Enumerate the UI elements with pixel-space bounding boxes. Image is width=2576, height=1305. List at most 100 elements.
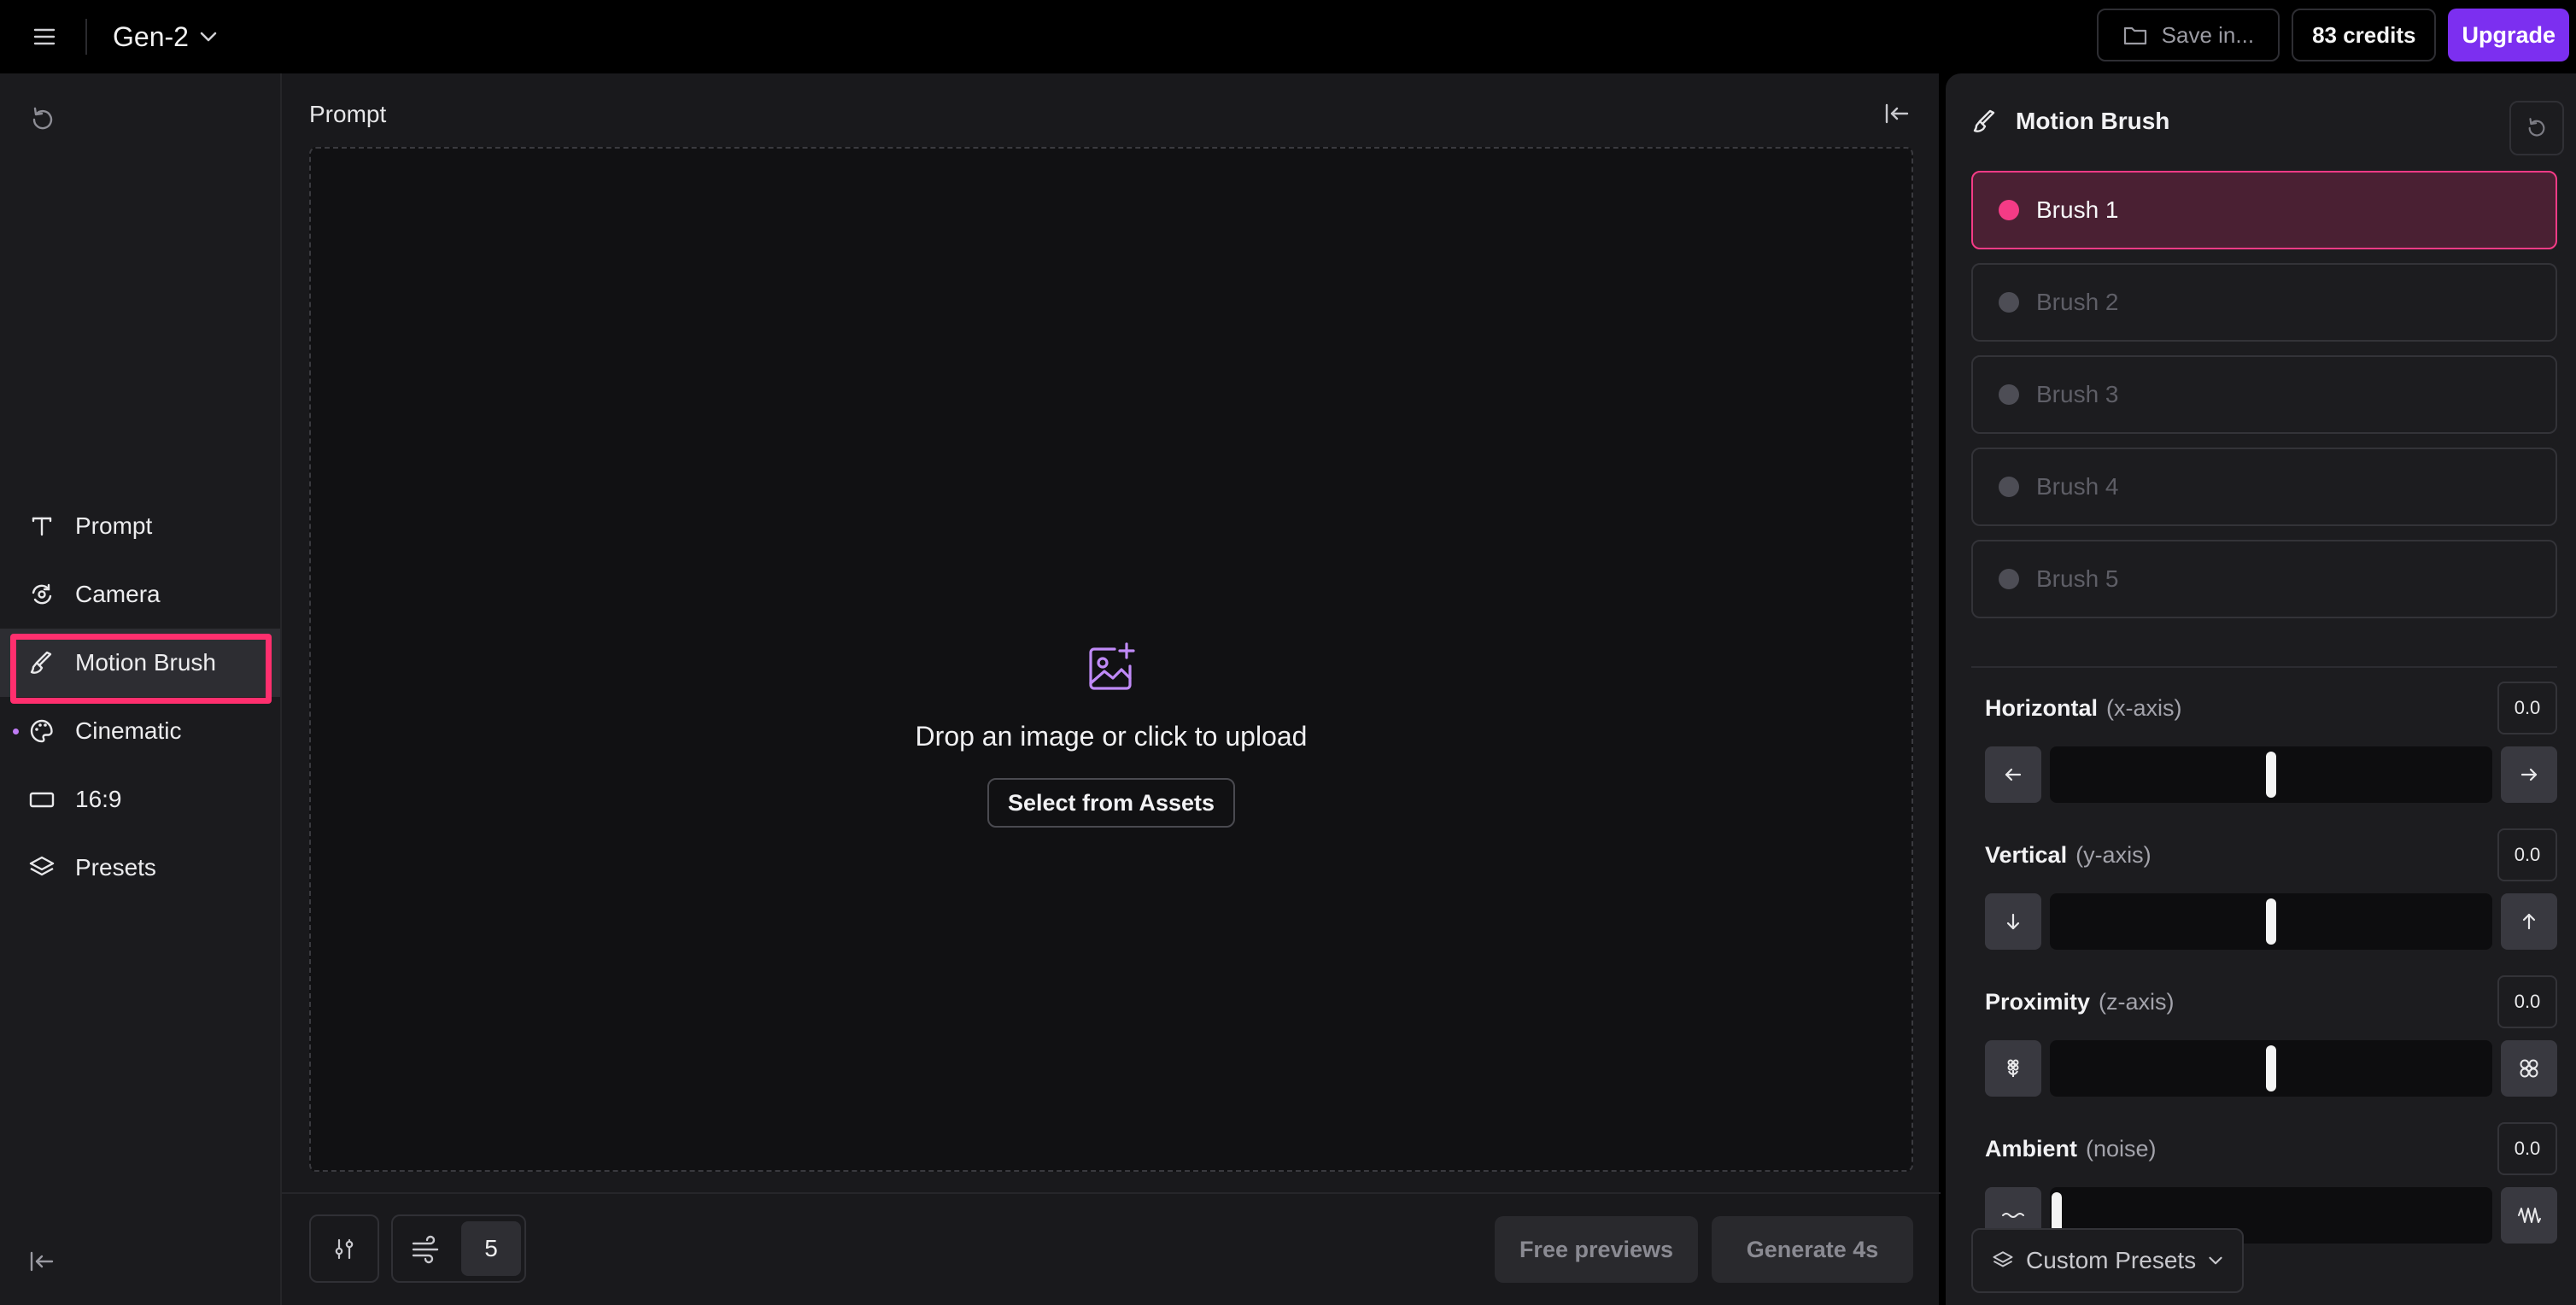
upgrade-button[interactable]: Upgrade xyxy=(2448,9,2569,61)
brush-color-dot xyxy=(1999,292,2019,313)
top-bar: Gen-2 Save in... 83 credits Upgrade xyxy=(0,0,2576,73)
sidebar-item-label: Cinematic xyxy=(75,717,182,744)
axis-name: Vertical xyxy=(1985,841,2068,868)
model-selector[interactable]: Gen-2 xyxy=(113,17,218,56)
vertical-value-input[interactable]: 0.0 xyxy=(2497,828,2557,881)
sidebar-item-aspect-ratio[interactable]: 16:9 xyxy=(0,765,280,834)
text-icon xyxy=(27,512,56,541)
slider-thumb[interactable] xyxy=(2266,898,2276,945)
brush-option[interactable]: Brush 2 xyxy=(1971,263,2557,342)
image-dropzone[interactable]: Drop an image or click to upload Select … xyxy=(309,147,1913,1172)
axis-sub: (x-axis) xyxy=(2106,694,2182,721)
collapse-panel-button[interactable] xyxy=(1882,99,1917,133)
vertical-down-button[interactable] xyxy=(1985,893,2041,950)
save-in-button[interactable]: Save in... xyxy=(2096,9,2280,61)
brush-label: Brush 3 xyxy=(2036,381,2119,407)
collapse-left-icon xyxy=(1882,99,1917,128)
bottom-toolbar: 5 Free previews Generate 4s xyxy=(282,1192,1941,1305)
arrow-down-icon xyxy=(2003,911,2023,932)
ambient-high-button[interactable] xyxy=(2501,1187,2557,1244)
brush-icon xyxy=(1971,108,1999,135)
settings-button[interactable] xyxy=(309,1214,379,1283)
hamburger-menu-button[interactable] xyxy=(27,21,61,52)
brush-label: Brush 1 xyxy=(2036,196,2119,223)
sidebar-item-label: Camera xyxy=(75,581,161,607)
brush-list: Brush 1 Brush 2 Brush 3 Brush 4 Brush 5 xyxy=(1971,171,2557,632)
sidebar-item-label: Presets xyxy=(75,854,156,881)
collapse-left-icon xyxy=(27,1247,60,1276)
vertical-slider[interactable] xyxy=(2050,893,2492,950)
custom-presets-label: Custom Presets xyxy=(2026,1247,2197,1273)
brush-option[interactable]: Brush 3 xyxy=(1971,355,2557,434)
axis-name: Horizontal xyxy=(1985,694,2098,721)
page-title: Prompt xyxy=(309,101,387,127)
motion-value[interactable]: 5 xyxy=(461,1221,521,1276)
generate-button[interactable]: Generate 4s xyxy=(1712,1216,1913,1283)
motion-brush-panel: Motion Brush Brush 1 Brush 2 Brush 3 Bru… xyxy=(1946,73,2576,1305)
flower-large-icon xyxy=(2517,1056,2541,1080)
axis-sub: (noise) xyxy=(2086,1135,2157,1162)
slider-thumb[interactable] xyxy=(2266,1045,2276,1091)
vertical-up-button[interactable] xyxy=(2501,893,2557,950)
free-previews-button[interactable]: Free previews xyxy=(1495,1216,1698,1283)
sidebar-item-label: 16:9 xyxy=(75,786,122,812)
sidebar-item-cinematic[interactable]: Cinematic xyxy=(0,697,280,765)
arrow-up-icon xyxy=(2519,911,2539,932)
brush-option[interactable]: Brush 4 xyxy=(1971,448,2557,526)
reset-brush-button[interactable] xyxy=(2509,101,2564,155)
wave-high-icon xyxy=(2517,1205,2541,1226)
proximity-slider[interactable] xyxy=(2050,1040,2492,1097)
vertical-axis-control: Vertical (y-axis) 0.0 xyxy=(1985,828,2557,950)
proximity-value-input[interactable]: 0.0 xyxy=(2497,975,2557,1028)
image-add-icon xyxy=(1084,641,1139,695)
sidebar-item-prompt[interactable]: Prompt xyxy=(0,492,280,560)
axis-sub: (y-axis) xyxy=(2075,841,2152,868)
sidebar-item-presets[interactable]: Presets xyxy=(0,834,280,902)
collapse-sidebar-button[interactable] xyxy=(27,1247,60,1279)
horizontal-left-button[interactable] xyxy=(1985,746,2041,803)
horizontal-right-button[interactable] xyxy=(2501,746,2557,803)
brush-option[interactable]: Brush 1 xyxy=(1971,171,2557,249)
main-panel: Prompt Drop an image or click to upload … xyxy=(280,73,1941,1305)
proximity-far-button[interactable] xyxy=(1985,1040,2041,1097)
folder-icon xyxy=(2122,24,2148,46)
indicator-dot xyxy=(13,729,19,734)
chevron-down-icon xyxy=(2208,1255,2223,1266)
model-label: Gen-2 xyxy=(113,20,189,52)
wave-low-icon xyxy=(2001,1207,2025,1224)
brush-label: Brush 4 xyxy=(2036,473,2119,500)
layers-icon xyxy=(27,853,56,882)
credits-button[interactable]: 83 credits xyxy=(2292,9,2437,61)
brush-option[interactable]: Brush 5 xyxy=(1971,540,2557,618)
sliders-icon xyxy=(331,1236,357,1261)
panel-title: Motion Brush xyxy=(2016,108,2170,134)
brush-color-dot xyxy=(1999,569,2019,589)
sidebar-item-motion-brush[interactable]: Motion Brush xyxy=(0,629,280,704)
select-from-assets-button[interactable]: Select from Assets xyxy=(986,778,1236,828)
sidebar-item-camera[interactable]: Camera xyxy=(0,560,280,629)
camera-motion-icon xyxy=(27,580,56,609)
reset-icon xyxy=(27,104,60,135)
horizontal-axis-control: Horizontal (x-axis) 0.0 xyxy=(1985,682,2557,803)
horizontal-slider[interactable] xyxy=(2050,746,2492,803)
reset-icon xyxy=(2524,115,2550,141)
brush-color-dot xyxy=(1999,477,2019,497)
brush-label: Brush 2 xyxy=(2036,289,2119,315)
ambient-value-input[interactable]: 0.0 xyxy=(2497,1122,2557,1175)
palette-icon xyxy=(27,717,56,746)
aspect-ratio-icon xyxy=(27,785,56,814)
left-sidebar: Prompt Camera Motion Brush Cinematic 16:… xyxy=(0,73,280,1305)
custom-presets-dropdown[interactable]: Custom Presets xyxy=(1971,1228,2245,1293)
horizontal-value-input[interactable]: 0.0 xyxy=(2497,682,2557,734)
slider-thumb[interactable] xyxy=(2266,752,2276,798)
axis-name: Ambient xyxy=(1985,1135,2077,1162)
wind-icon[interactable] xyxy=(410,1232,444,1266)
reset-button[interactable] xyxy=(27,104,60,137)
topbar-divider xyxy=(85,19,87,55)
sidebar-nav: Prompt Camera Motion Brush Cinematic 16:… xyxy=(0,492,280,902)
proximity-near-button[interactable] xyxy=(2501,1040,2557,1097)
panel-divider xyxy=(1971,666,2557,668)
sidebar-item-label: Motion Brush xyxy=(75,649,216,676)
motion-setting-group: 5 xyxy=(391,1214,526,1283)
brush-color-dot xyxy=(1999,200,2019,220)
